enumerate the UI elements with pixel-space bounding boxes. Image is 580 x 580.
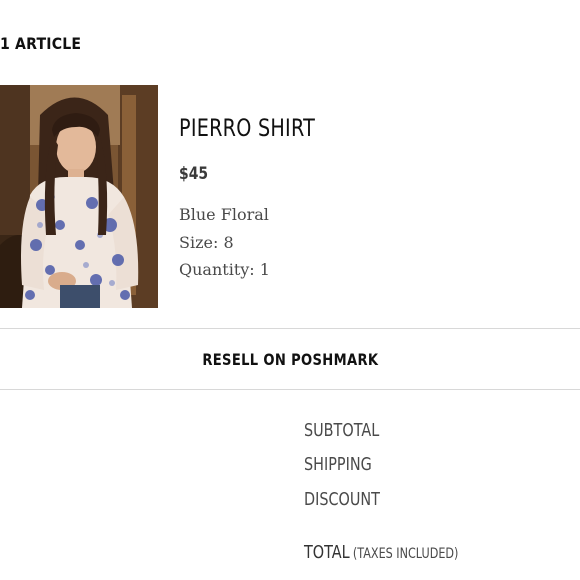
- product-quantity: Quantity: 1: [179, 260, 270, 279]
- discount-label: DISCOUNT: [304, 489, 380, 510]
- subtotal-label: SUBTOTAL: [304, 420, 380, 441]
- article-count: 1 ARTICLE: [0, 34, 82, 53]
- taxes-included-note: (TAXES INCLUDED): [352, 546, 459, 562]
- total-label: TOTAL: [304, 542, 350, 563]
- product-image[interactable]: [0, 85, 158, 308]
- product-price: $45: [179, 164, 209, 184]
- product-color: Blue Floral: [179, 205, 269, 224]
- cart-page: 1 ARTICLE PIERRO SHIRT $45 Blue Floral S…: [0, 0, 580, 580]
- total-label-row: TOTAL (TAXES INCLUDED): [304, 542, 458, 563]
- resell-button-label: RESELL ON POSHMARK: [201, 349, 379, 369]
- shipping-label: SHIPPING: [304, 454, 372, 475]
- divider: [0, 389, 580, 390]
- resell-on-poshmark-button[interactable]: RESELL ON POSHMARK: [0, 329, 580, 389]
- product-size: Size: 8: [179, 233, 234, 252]
- product-photo-icon: [0, 85, 158, 308]
- product-name[interactable]: PIERRO SHIRT: [179, 114, 315, 142]
